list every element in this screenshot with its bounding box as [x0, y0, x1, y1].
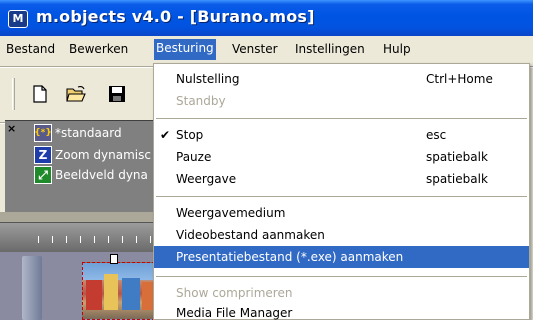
- menu-item-shortcut: esc: [426, 128, 447, 142]
- menu-bestand[interactable]: Bestand: [4, 40, 57, 60]
- new-document-icon: [33, 85, 47, 103]
- ruler-tick: [66, 236, 67, 243]
- save-disk-icon: [109, 86, 125, 102]
- menu-item-shortcut: spatiebalk: [426, 150, 488, 164]
- menu-bewerken[interactable]: Bewerken: [67, 40, 130, 60]
- menu-item-standby: Standby: [154, 90, 529, 112]
- menu-item-stop[interactable]: ✔ Stop esc: [154, 124, 529, 146]
- menu-item-weergavemedium[interactable]: Weergavemedium: [154, 202, 529, 224]
- ruler-tick: [52, 236, 53, 243]
- menu-item-label: Weergave: [176, 172, 237, 186]
- save-button[interactable]: [105, 80, 129, 108]
- panel-row-standaard[interactable]: {*} *standaard: [34, 124, 122, 142]
- menu-besturing[interactable]: Besturing: [154, 39, 216, 60]
- ruler-tick: [150, 236, 151, 243]
- menu-item-label: Videobestand aanmaken: [176, 228, 325, 242]
- title-bar[interactable]: M m.objects v4.0 - [Burano.mos]: [0, 0, 533, 36]
- ruler-tick: [94, 236, 95, 243]
- new-document-button[interactable]: [28, 80, 52, 108]
- menu-item-label: Show comprimeren: [176, 286, 293, 300]
- menu-instellingen[interactable]: Instellingen: [293, 40, 367, 60]
- panel-row-label: Beeldveld dyna: [55, 168, 148, 182]
- menu-item-nulstelling[interactable]: Nulstelling Ctrl+Home: [154, 68, 529, 90]
- track-handle[interactable]: [22, 256, 42, 320]
- toolbar-grip[interactable]: [12, 78, 15, 110]
- menu-hulp[interactable]: Hulp: [381, 40, 413, 60]
- menu-item-label: Stop: [176, 128, 204, 142]
- menu-item-label: Nulstelling: [176, 72, 240, 86]
- check-icon: ✔: [160, 128, 171, 142]
- app-icon[interactable]: M: [8, 10, 28, 28]
- menu-item-weergave[interactable]: Weergave spatiebalk: [154, 168, 529, 190]
- menu-item-label: Media File Manager: [176, 306, 293, 320]
- open-folder-icon: [66, 86, 86, 102]
- menu-separator: [156, 118, 527, 119]
- menu-venster[interactable]: Venster: [230, 40, 280, 60]
- ruler-tick: [80, 236, 81, 243]
- panel-row-beeldveld[interactable]: ⤢ Beeldveld dyna: [34, 166, 148, 184]
- open-button[interactable]: [64, 80, 88, 108]
- clip-marker-handle[interactable]: [110, 254, 118, 264]
- ruler-tick: [108, 236, 109, 243]
- ruler-tick: [122, 236, 123, 243]
- panel-row-label: *standaard: [55, 126, 122, 140]
- menu-bar: Bestand Bewerken Besturing Venster Inste…: [0, 36, 533, 60]
- ruler-tick: [38, 236, 39, 243]
- thumbnail-detail: [104, 274, 118, 310]
- menu-separator: [156, 276, 527, 277]
- besturing-dropdown-menu: Nulstelling Ctrl+Home Standby ✔ Stop esc…: [153, 63, 530, 320]
- standard-icon: {*}: [34, 124, 52, 142]
- menu-item-shortcut: Ctrl+Home: [426, 72, 493, 86]
- image-field-icon: ⤢: [34, 166, 52, 184]
- thumbnail-detail: [86, 280, 102, 310]
- menu-separator: [156, 196, 527, 197]
- menu-item-label: Pauze: [176, 150, 212, 164]
- menu-item-presentatiebestand[interactable]: Presentatiebestand (*.exe) aanmaken: [154, 246, 529, 268]
- menu-item-videobestand[interactable]: Videobestand aanmaken: [154, 224, 529, 246]
- menu-item-label: Standby: [176, 94, 226, 108]
- panel-row-label: Zoom dynamisc: [55, 148, 151, 162]
- panel-row-zoom[interactable]: Z Zoom dynamisc: [34, 146, 151, 164]
- panel-close-icon[interactable]: ×: [7, 122, 16, 135]
- menu-item-show-comprimeren: Show comprimeren: [154, 282, 529, 304]
- timeline-ruler[interactable]: [0, 222, 155, 252]
- thumbnail-detail: [122, 278, 140, 310]
- zoom-icon: Z: [34, 146, 52, 164]
- window-title: m.objects v4.0 - [Burano.mos]: [36, 7, 315, 26]
- menu-item-shortcut: spatiebalk: [426, 172, 488, 186]
- menu-item-media-file-manager[interactable]: Media File Manager: [154, 302, 529, 320]
- menu-item-label: Weergavemedium: [176, 206, 286, 220]
- menu-item-label: Presentatiebestand (*.exe) aanmaken: [176, 250, 404, 264]
- menu-item-pauze[interactable]: Pauze spatiebalk: [154, 146, 529, 168]
- ruler-tick: [136, 236, 137, 243]
